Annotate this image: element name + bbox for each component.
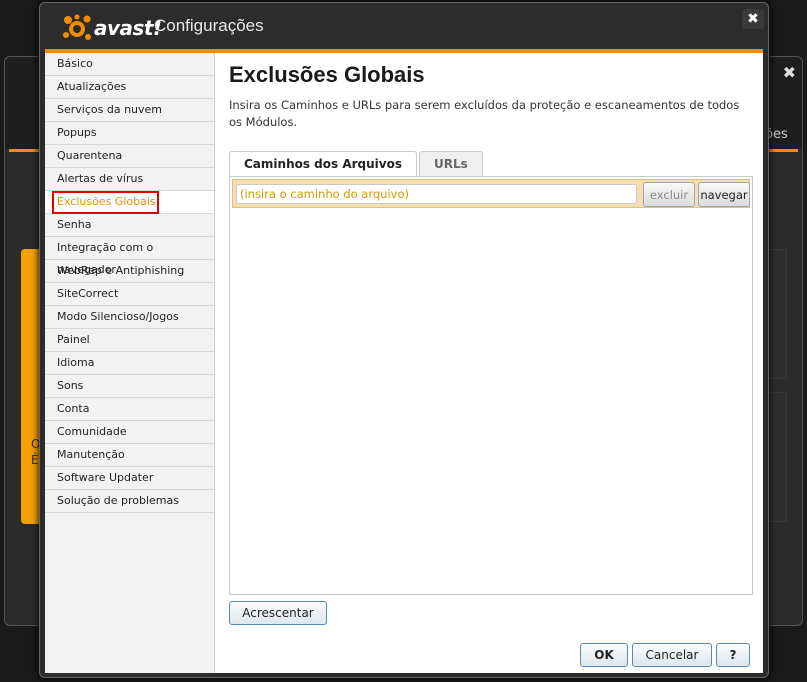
help-button[interactable]: ? <box>716 643 750 667</box>
sidebar-item-servicos-nuvem[interactable]: Serviços da nuvem <box>45 99 214 122</box>
settings-dialog: avast! Configurações ✖ Básico Atualizaçõ… <box>39 2 769 678</box>
sidebar-item-comunidade[interactable]: Comunidade <box>45 421 214 444</box>
sidebar-item-manutencao[interactable]: Manutenção <box>45 444 214 467</box>
sidebar-item-integracao-navegador[interactable]: Integração com o navegador <box>45 237 214 276</box>
sidebar-item-sons[interactable]: Sons <box>45 375 214 398</box>
sidebar-item-painel[interactable]: Painel <box>45 329 214 352</box>
exclude-button[interactable]: excluir <box>643 182 695 207</box>
close-button[interactable]: ✖ <box>742 9 764 29</box>
sidebar-item-software-updater[interactable]: Software Updater <box>45 467 214 490</box>
exclusion-tabs: Caminhos dos Arquivos URLs <box>229 151 485 178</box>
main-panel: Exclusões Globais Insira os Caminhos e U… <box>216 53 763 673</box>
page-description: Insira os Caminhos e URLs para serem exc… <box>229 98 740 129</box>
tab-caminhos-arquivos[interactable]: Caminhos dos Arquivos <box>229 151 417 178</box>
dialog-title: Configurações <box>154 16 264 35</box>
sidebar-item-conta[interactable]: Conta <box>45 398 214 421</box>
ok-button[interactable]: OK <box>580 643 628 667</box>
path-entry-row: excluir navegar <box>232 179 750 208</box>
sidebar-item-webrep[interactable]: WebRep e Antiphishing <box>45 260 214 283</box>
selection-highlight <box>52 191 159 214</box>
sidebar-item-modo-silencioso[interactable]: Modo Silencioso/Jogos <box>45 306 214 329</box>
avast-logo-wordmark: avast! <box>94 16 162 40</box>
sidebar-item-quarentena[interactable]: Quarentena <box>45 145 214 168</box>
dialog-titlebar[interactable]: avast! Configurações ✖ <box>40 3 768 49</box>
sidebar-item-idioma[interactable]: Idioma <box>45 352 214 375</box>
sidebar-item-popups[interactable]: Popups <box>45 122 214 145</box>
sidebar-item-exclusoes-globais[interactable]: Exclusões Globais <box>45 191 214 214</box>
sidebar-item-solucao-problemas[interactable]: Solução de problemas <box>45 490 214 513</box>
settings-sidebar: Básico Atualizações Serviços da nuvem Po… <box>45 53 215 673</box>
add-button[interactable]: Acrescentar <box>229 601 327 625</box>
page-title: Exclusões Globais <box>229 62 425 87</box>
path-input[interactable] <box>236 184 637 204</box>
exclusion-list-panel: excluir navegar <box>229 176 753 595</box>
dialog-content: Básico Atualizações Serviços da nuvem Po… <box>45 53 763 673</box>
tab-urls[interactable]: URLs <box>419 151 483 177</box>
sidebar-item-sitecorrect[interactable]: SiteCorrect <box>45 283 214 306</box>
background-close-icon[interactable]: ✖ <box>783 63 796 82</box>
sidebar-item-atualizacoes[interactable]: Atualizações <box>45 76 214 99</box>
browse-button[interactable]: navegar <box>698 182 750 207</box>
avast-logo-icon <box>62 13 92 43</box>
avast-logo: avast! <box>62 13 162 43</box>
cancel-button[interactable]: Cancelar <box>632 643 712 667</box>
sidebar-item-senha[interactable]: Senha <box>45 214 214 237</box>
sidebar-item-basico[interactable]: Básico <box>45 53 214 76</box>
sidebar-item-alertas-virus[interactable]: Alertas de vírus <box>45 168 214 191</box>
